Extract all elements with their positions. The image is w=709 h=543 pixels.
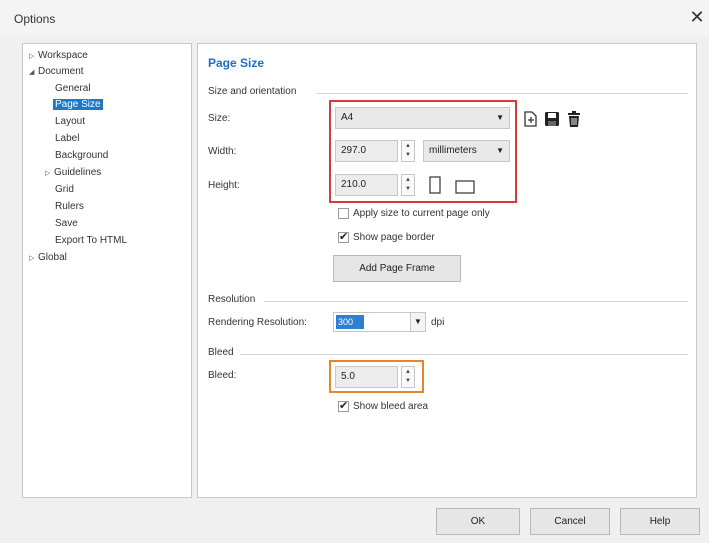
rendering-resolution-input[interactable]: 300 [333,312,411,332]
landscape-orientation-icon[interactable] [454,179,476,195]
group-resolution: Resolution [208,294,256,305]
add-page-frame-button[interactable]: Add Page Frame [333,255,461,282]
group-bleed: Bleed [208,347,234,358]
tree-item-grid[interactable]: Grid [55,182,74,197]
show-bleed-area-checkbox[interactable]: Show bleed area [338,399,428,417]
bleed-field[interactable]: 5.0 [335,366,398,388]
rendering-resolution-label: Rendering Resolution: [208,317,307,328]
ok-button[interactable]: OK [436,508,520,535]
help-button[interactable]: Help [620,508,700,535]
size-dropdown[interactable]: A4 ▼ [335,107,510,129]
tree-item-background[interactable]: Background [55,148,108,163]
page-size-panel: Page Size Size and orientation Size: Wid… [197,43,697,498]
expand-arrow-icon[interactable]: ▷ [45,166,54,181]
dropdown-caret-icon: ▼ [496,146,504,155]
height-stepper[interactable]: ▲ ▼ [401,174,415,196]
show-page-border-checkbox[interactable]: Show page border [338,230,435,248]
dropdown-caret-icon: ▼ [496,113,504,122]
group-size-orientation: Size and orientation [208,86,297,97]
dialog-footer: OK Cancel Help [0,500,709,543]
options-tree: ▷ Workspace ◢ Document General Page Size L… [22,43,192,498]
height-field[interactable]: 210.0 [335,174,398,196]
checkmark-icon[interactable] [338,399,349,412]
tree-item-save[interactable]: Save [55,216,78,231]
tree-item-workspace[interactable]: ▷ Workspace [29,48,88,63]
checkbox-box[interactable] [338,208,349,219]
tree-item-rulers[interactable]: Rulers [55,199,84,214]
portrait-orientation-icon[interactable] [428,175,442,195]
window-title: Options [14,12,56,26]
page-title: Page Size [208,56,265,70]
width-label: Width: [208,146,237,157]
tree-item-global[interactable]: ▷ Global [29,250,67,265]
checkmark-icon[interactable] [338,230,349,243]
expand-arrow-icon[interactable]: ▷ [29,49,38,64]
delete-preset-icon[interactable] [565,110,583,128]
dpi-unit-label: dpi [431,317,445,328]
tree-item-export-to-html[interactable]: Export To HTML [55,233,127,248]
cancel-button[interactable]: Cancel [530,508,610,535]
save-preset-icon[interactable] [543,110,561,128]
bleed-stepper[interactable]: ▲ ▼ [401,366,415,388]
title-bar: Options ✕ [0,0,709,36]
tree-item-label[interactable]: Label [55,131,79,146]
units-dropdown[interactable]: millimeters ▼ [423,140,510,162]
apply-current-page-checkbox[interactable]: Apply size to current page only [338,208,490,224]
width-stepper[interactable]: ▲ ▼ [401,140,415,162]
bleed-label: Bleed: [208,370,237,381]
size-label: Size: [208,113,231,124]
collapse-arrow-icon[interactable]: ◢ [29,65,38,80]
tree-item-guidelines[interactable]: ▷ Guidelines [45,165,101,180]
close-icon[interactable]: ✕ [686,5,708,29]
height-label: Height: [208,180,240,191]
add-preset-icon[interactable] [521,110,539,128]
tree-item-general[interactable]: General [55,81,91,96]
expand-arrow-icon[interactable]: ▷ [29,251,38,266]
group-divider [240,354,688,355]
group-divider [264,301,688,302]
tree-item-layout[interactable]: Layout [55,114,85,129]
resolution-dropdown-icon[interactable]: ▼ [410,312,426,332]
group-divider [316,93,688,94]
tree-item-document[interactable]: ◢ Document [29,64,84,79]
width-field[interactable]: 297.0 [335,140,398,162]
tree-item-page-size[interactable]: Page Size [53,97,103,112]
